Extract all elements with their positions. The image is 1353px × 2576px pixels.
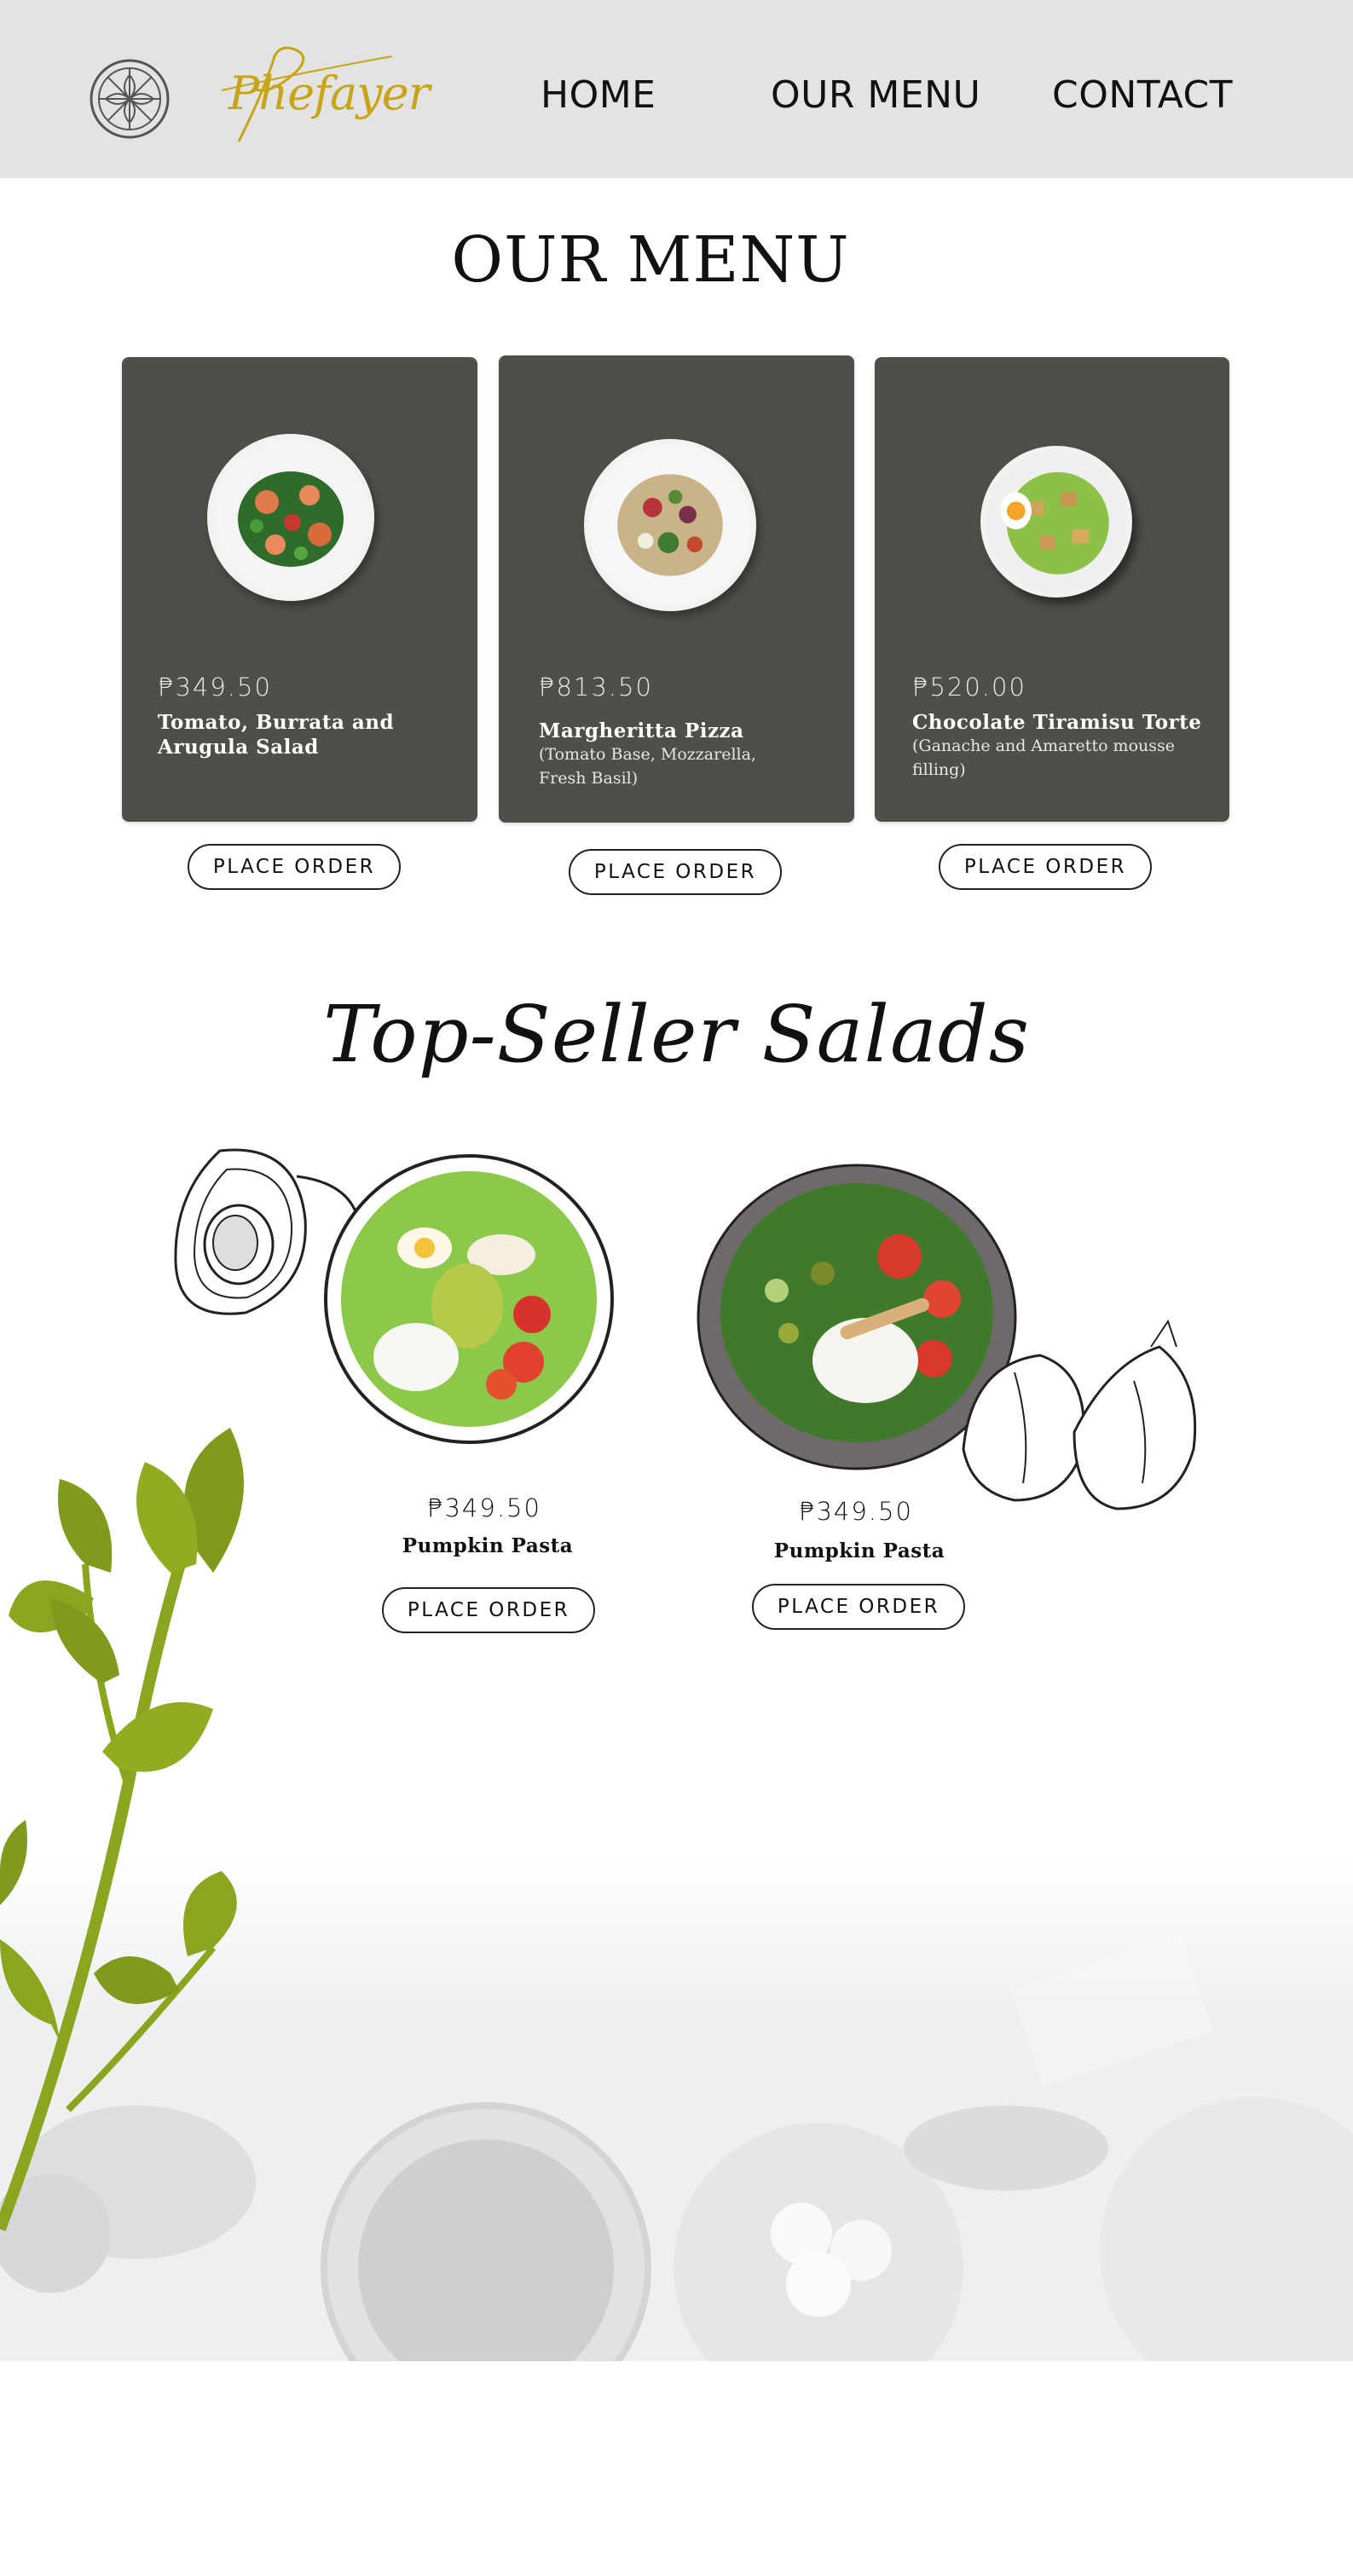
seller-item-name: Pumpkin Pasta [402, 1534, 574, 1557]
dish-image-salad [207, 434, 374, 601]
nav-home-link[interactable]: HOME [541, 73, 656, 117]
menu-section-title: OUR MENU [451, 223, 850, 297]
menu-card-2: ₱813.50 Margheritta Pizza (Tomato Base, … [499, 355, 854, 823]
seller-item-name: Pumpkin Pasta [773, 1539, 945, 1562]
menu-item-name: Tomato, Burrata and Arugula Salad [158, 711, 395, 759]
menu-card-3: ₱520.00 Chocolate Tiramisu Torte (Ganach… [875, 357, 1229, 822]
place-order-button[interactable]: PLACE ORDER [188, 844, 401, 890]
logo-wordmark[interactable]: Phefayer [228, 66, 431, 120]
menu-item-price: ₱520.00 [912, 673, 1026, 702]
menu-card-1: ₱349.50 Tomato, Burrata and Arugula Sala… [122, 357, 477, 822]
celery-leaf-icon [0, 1428, 244, 2232]
nav-contact-link[interactable]: CONTACT [1052, 73, 1233, 117]
menu-item-price: ₱349.50 [158, 673, 272, 702]
menu-item-description: (Ganache and Amaretto mousse filling) [912, 736, 1175, 779]
top-nav: Phefayer HOME OUR MENU CONTACT [0, 0, 1353, 178]
dish-image-pizza [584, 439, 756, 611]
seller-item-price: ₱349.50 [799, 1497, 913, 1526]
place-order-button[interactable]: PLACE ORDER [939, 844, 1152, 890]
menu-item-name: Margheritta Pizza [539, 719, 744, 742]
top-sellers-title: Top-Seller Salads [323, 989, 1030, 1080]
nav-our-menu-link[interactable]: OUR MENU [771, 73, 980, 117]
place-order-button[interactable]: PLACE ORDER [569, 849, 782, 895]
dish-image-caesar [980, 446, 1132, 598]
place-order-button[interactable]: PLACE ORDER [382, 1587, 595, 1633]
footer-blank [0, 2361, 1353, 2576]
garlic-sketch-icon [962, 1319, 1197, 1510]
menu-item-description: (Tomato Base, Mozzarella, Fresh Basil) [539, 745, 756, 788]
menu-item-price: ₱813.50 [539, 673, 653, 702]
salad-bowl-image-1 [324, 1154, 614, 1444]
place-order-button[interactable]: PLACE ORDER [752, 1584, 965, 1630]
seller-item-price: ₱349.50 [427, 1493, 541, 1522]
logo-wheel-icon[interactable] [89, 58, 171, 140]
menu-item-name: Chocolate Tiramisu Torte [912, 711, 1202, 734]
